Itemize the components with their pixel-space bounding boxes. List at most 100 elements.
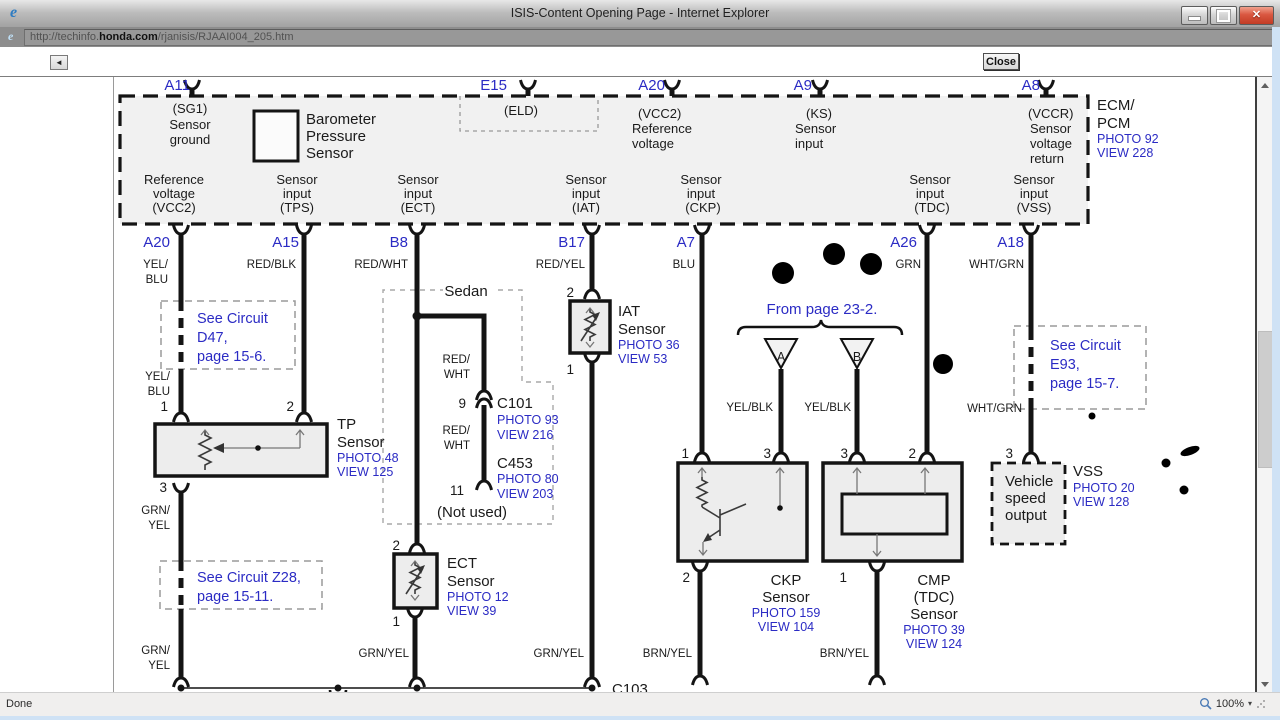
scroll-up-arrow[interactable] [1257, 78, 1272, 93]
col-ckp-line2: input [687, 186, 716, 201]
window-title: ISIS-Content Opening Page - Internet Exp… [510, 6, 770, 20]
ie-icon-small: e [8, 29, 14, 43]
tp-view-link[interactable]: VIEW 125 [337, 465, 393, 479]
tp-pin1: 1 [160, 399, 168, 414]
ect-name-line1: ECT [447, 555, 477, 572]
ref-d47-line3[interactable]: page 15-6. [197, 349, 266, 365]
tp-photo-link[interactable]: PHOTO 48 [337, 451, 399, 465]
status-text: Done [6, 698, 33, 710]
sedan-label: Sedan [444, 283, 487, 300]
vss-box-line1: Vehicle [1005, 473, 1053, 490]
ref-e93-line2[interactable]: E93, [1050, 357, 1080, 373]
iat-name-line1: IAT [618, 303, 640, 320]
ect-name-line2: Sensor [447, 573, 495, 590]
iat-photo-link[interactable]: PHOTO 36 [618, 338, 680, 352]
pin-e15-label: E15 [480, 77, 507, 94]
scrollbar-thumb[interactable] [1258, 331, 1273, 468]
close-x-icon: ✕ [1251, 9, 1262, 21]
sg1-line2: ground [170, 132, 210, 147]
wirecolor-a26: GRN [895, 259, 921, 271]
vss-pin3: 3 [1005, 446, 1013, 461]
back-button[interactable]: ◄ [50, 55, 68, 70]
ckp-name-line2: Sensor [762, 589, 810, 606]
ect-photo-link[interactable]: PHOTO 12 [447, 590, 509, 604]
triangle-b-letter: B [853, 350, 861, 364]
wirecolor-bus-ect: GRN/YEL [359, 648, 410, 660]
tp-name-line2: Sensor [337, 434, 385, 451]
vcc2-top-line1: Reference [632, 121, 692, 136]
url-field[interactable]: http://techinfo.honda.com/rjanisis/RJAAI… [24, 29, 1274, 46]
pin-b8-label: B8 [390, 234, 408, 251]
scroll-down-arrow[interactable] [1257, 677, 1272, 692]
c453-view-link[interactable]: VIEW 203 [497, 487, 553, 501]
from-page-link[interactable]: From page 23-2. [767, 301, 878, 318]
col-vss-line2: input [1020, 186, 1049, 201]
vcc2-top-line2: voltage [632, 136, 674, 151]
browser-window: e ISIS-Content Opening Page - Internet E… [0, 0, 1280, 720]
wirecolor-b17: RED/YEL [536, 259, 586, 271]
vcc2-top-tag: (VCC2) [638, 106, 681, 121]
ckp-pin1: 1 [681, 446, 689, 461]
col-ckp-line1: Sensor [680, 172, 722, 187]
vss-photo-link[interactable]: PHOTO 20 [1073, 481, 1135, 495]
zoom-control[interactable]: 100% ▾ [1199, 697, 1266, 710]
wirecolor-a18-2: WHT/GRN [967, 403, 1022, 415]
title-bar: e ISIS-Content Opening Page - Internet E… [0, 0, 1280, 28]
c101-photo-link[interactable]: PHOTO 93 [497, 413, 559, 427]
ref-z28-line1[interactable]: See Circuit Z28, [197, 570, 301, 586]
ckp-view-link[interactable]: VIEW 104 [758, 620, 814, 634]
sg1-line1: Sensor [169, 117, 211, 132]
maximize-button[interactable] [1210, 6, 1237, 25]
url-prefix: http://techinfo. [30, 31, 100, 43]
cmp-pin1: 1 [839, 570, 847, 585]
c453-photo-link[interactable]: PHOTO 80 [497, 472, 559, 486]
triangle-a-letter: A [777, 350, 786, 364]
iat-pin2: 2 [566, 285, 574, 300]
pin-a9-label: A9 [794, 77, 812, 94]
ecm-photo-link[interactable]: PHOTO 92 [1097, 132, 1159, 146]
close-button[interactable]: Close [983, 53, 1019, 70]
wirecolor-bus-iat: GRN/YEL [534, 648, 585, 660]
pin-a15-label: A15 [272, 234, 299, 251]
vss-view-link[interactable]: VIEW 128 [1073, 495, 1129, 509]
ckp-name-line1: CKP [771, 572, 802, 589]
col-ect-line2: input [404, 186, 433, 201]
col-iat-line3: (IAT) [572, 200, 600, 215]
ref-z28-line2[interactable]: page 15-11. [197, 589, 273, 605]
url-domain: honda.com [99, 31, 158, 43]
wirecolor-tp3-2: YEL [148, 520, 170, 532]
pin-a7-label: A7 [677, 234, 695, 251]
col-tps-line2: input [283, 186, 312, 201]
address-bar: e http://techinfo.honda.com/rjanisis/RJA… [0, 27, 1280, 47]
ref-e93-line3[interactable]: page 15-7. [1050, 376, 1119, 392]
minimize-button[interactable] [1181, 6, 1208, 25]
col-vss-line3: (VSS) [1017, 200, 1052, 215]
cmp-inner-box [840, 492, 949, 536]
vertical-scrollbar[interactable] [1257, 77, 1273, 693]
magnifier-icon [1199, 698, 1212, 710]
cmp-view-link[interactable]: VIEW 124 [906, 637, 962, 651]
ecm-view-link[interactable]: VIEW 228 [1097, 146, 1153, 160]
ecm-top-pins [183, 78, 1055, 96]
ckp-photo-link[interactable]: PHOTO 159 [752, 606, 821, 620]
barometer-sensor-box [252, 109, 300, 163]
cmp-photo-link[interactable]: PHOTO 39 [903, 623, 965, 637]
ecm-title-line1: ECM/ [1097, 97, 1135, 114]
ref-d47-line1[interactable]: See Circuit [197, 311, 268, 327]
wirecolor-bus-left-2: YEL [148, 660, 170, 672]
ect-view-link[interactable]: VIEW 39 [447, 604, 496, 618]
ref-d47-line2[interactable]: D47, [197, 330, 228, 346]
window-close-button[interactable]: ✕ [1239, 6, 1274, 25]
ect-pin2: 2 [392, 538, 400, 553]
wirecolor-branch-1a: RED/ [443, 354, 471, 366]
vccr-line2: voltage [1030, 136, 1072, 151]
ks-tag: (KS) [806, 106, 832, 121]
vccr-line1: Sensor [1030, 121, 1072, 136]
ref-e93-line1[interactable]: See Circuit [1050, 338, 1121, 354]
col-tdc-line2: input [916, 186, 945, 201]
col-ckp-line3: (CKP) [685, 200, 720, 215]
sg1-tag: (SG1) [173, 101, 208, 116]
iat-view-link[interactable]: VIEW 53 [618, 352, 667, 366]
c101-view-link[interactable]: VIEW 216 [497, 428, 553, 442]
zoom-dropdown-arrow[interactable]: ▾ [1248, 699, 1252, 708]
